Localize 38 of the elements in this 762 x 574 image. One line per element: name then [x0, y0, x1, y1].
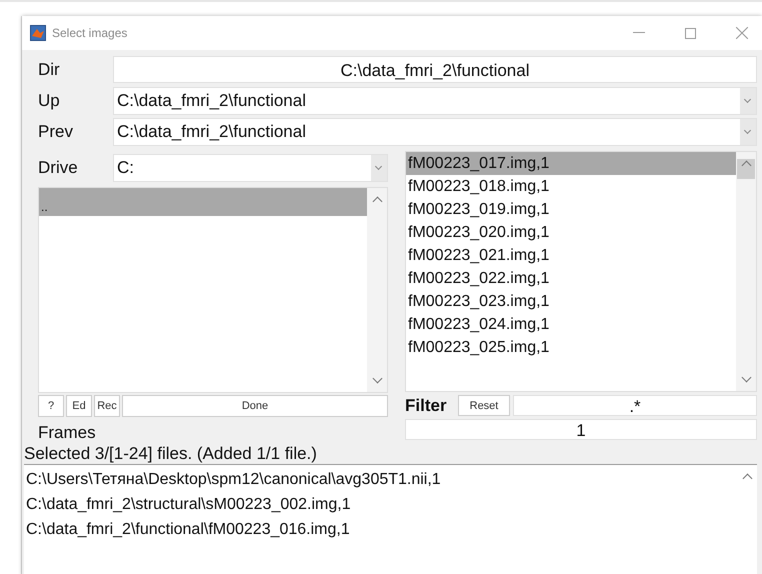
frames-label: Frames	[38, 423, 97, 443]
up-dropdown[interactable]: C:\data_fmri_2\functional	[113, 86, 757, 114]
close-icon[interactable]	[736, 27, 748, 39]
app-icon	[30, 25, 46, 41]
minimize-icon[interactable]	[633, 32, 645, 34]
drive-dropdown[interactable]: C:	[113, 154, 388, 182]
file-item[interactable]: fM00223_018.img,1	[406, 175, 736, 198]
selected-file-item[interactable]: C:\data_fmri_2\structural\sM00223_002.img,1	[24, 492, 737, 517]
up-label: Up	[38, 90, 61, 110]
window-title: Select images	[52, 26, 128, 40]
file-item[interactable]: fM00223_022.img,1	[406, 267, 736, 290]
status-text: Selected 3/[1-24] files. (Added 1/1 file.)	[23, 443, 318, 464]
file-item[interactable]: fM00223_017.img,1	[406, 152, 736, 175]
file-item[interactable]: fM00223_025.img,1	[406, 336, 736, 359]
done-button[interactable]: Done	[122, 395, 388, 417]
scrollbar[interactable]	[736, 152, 756, 391]
file-item[interactable]: fM00223_020.img,1	[406, 221, 736, 244]
file-item[interactable]: fM00223_021.img,1	[406, 244, 736, 267]
file-item[interactable]: fM00223_023.img,1	[406, 290, 736, 313]
filter-field[interactable]: .*	[513, 395, 757, 416]
selected-file-item[interactable]: C:\Users\Тетяна\Desktop\spm12\canonical\avg305T1.nii,1	[24, 467, 737, 492]
prev-label: Prev	[38, 122, 74, 142]
drive-label: Drive	[38, 158, 79, 178]
reset-button[interactable]: Reset	[458, 395, 510, 416]
maximize-icon[interactable]	[685, 28, 696, 38]
file-item[interactable]: fM00223_019.img,1	[406, 198, 736, 221]
tool-button[interactable]: Ed	[66, 395, 92, 417]
frames-field[interactable]: 1	[405, 419, 757, 440]
directory-item[interactable]: ..	[39, 188, 367, 216]
tool-button[interactable]: Rec	[94, 395, 120, 417]
filter-label: Filter	[405, 396, 448, 416]
directory-field[interactable]: C:\data_fmri_2\functional	[113, 56, 757, 83]
prev-dropdown[interactable]: C:\data_fmri_2\functional	[113, 118, 757, 146]
scrollbar[interactable]	[367, 188, 387, 392]
file-item[interactable]: fM00223_024.img,1	[406, 313, 736, 336]
tool-button[interactable]: ?	[38, 395, 64, 417]
dir-label: Dir	[38, 60, 61, 80]
selected-file-item[interactable]: C:\data_fmri_2\functional\fM00223_016.img,1	[24, 517, 737, 542]
